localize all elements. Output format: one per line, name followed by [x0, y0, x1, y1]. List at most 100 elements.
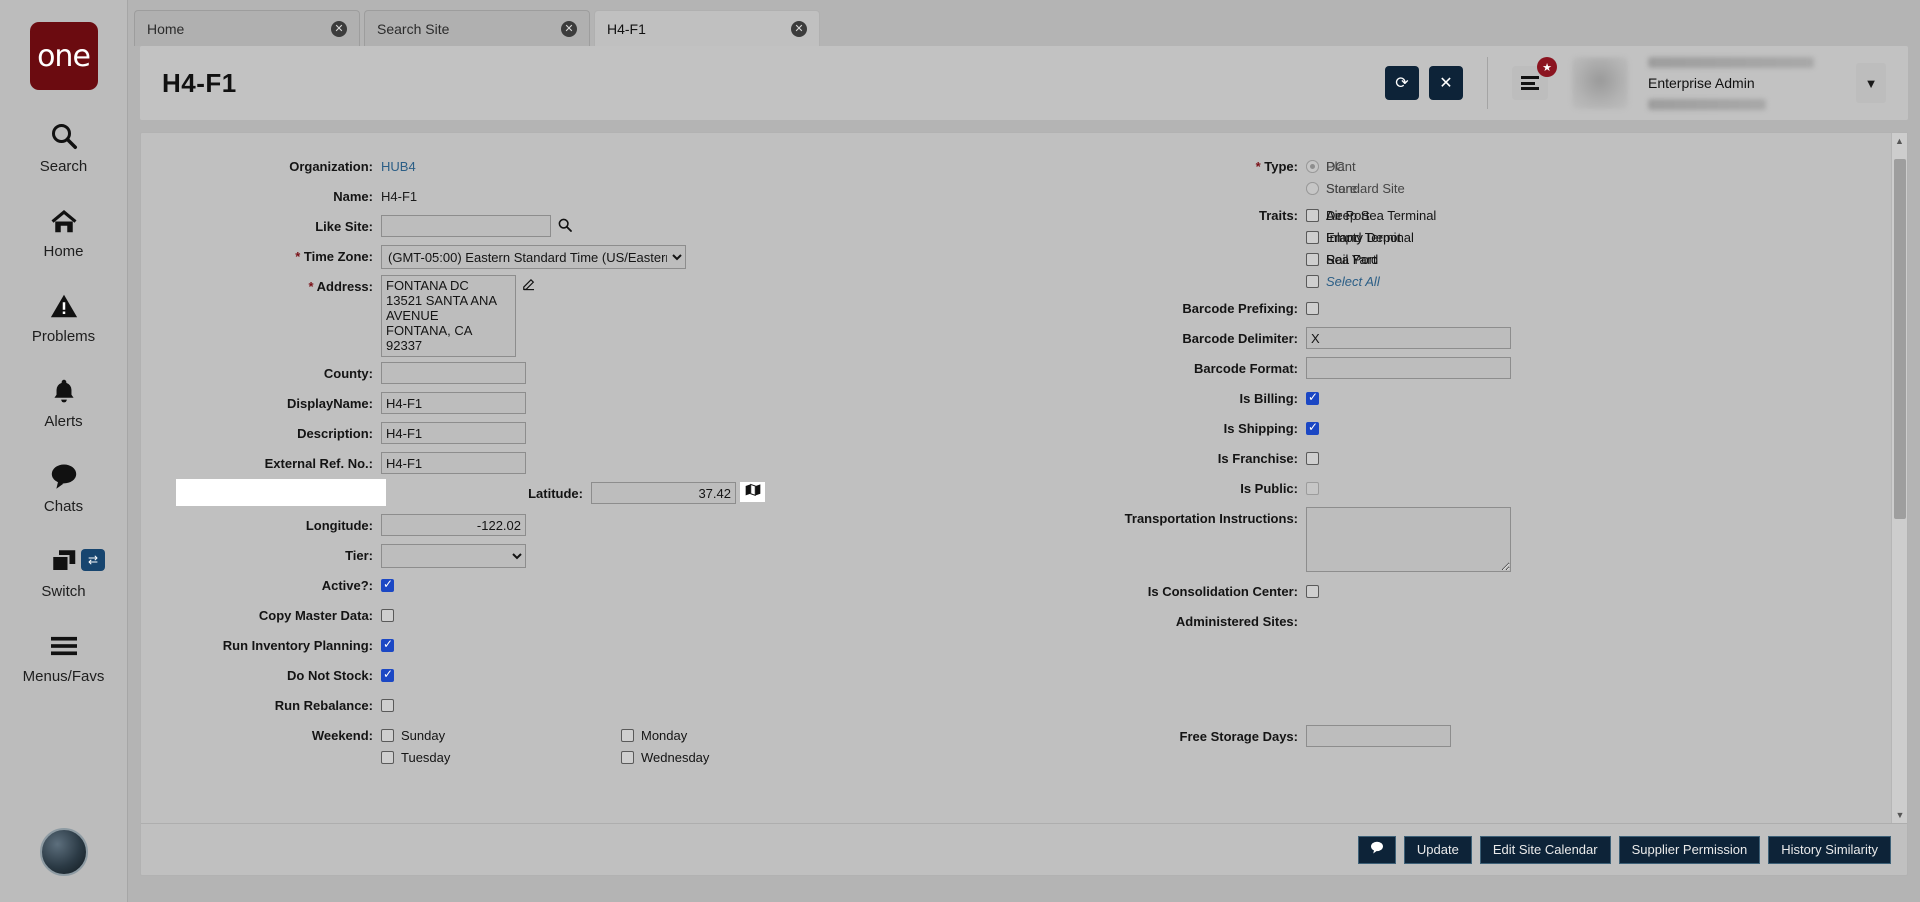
refresh-button[interactable]: ⟳: [1385, 66, 1419, 100]
is-shipping-checkbox[interactable]: [1306, 420, 1319, 435]
run-inventory-planning-checkbox[interactable]: [381, 637, 394, 652]
chat-button[interactable]: [1357, 835, 1396, 864]
sidebar-item-home[interactable]: Home: [0, 201, 127, 260]
weekend-day-sunday[interactable]: Sunday: [381, 724, 621, 746]
user-menu-button[interactable]: ▼: [1856, 63, 1886, 103]
avatar[interactable]: [1572, 57, 1628, 109]
update-button[interactable]: Update: [1403, 835, 1472, 864]
close-button[interactable]: ✕: [1429, 66, 1463, 100]
field-label: County:: [323, 366, 373, 381]
one-logo[interactable]: one: [29, 22, 98, 90]
scroll-down-icon[interactable]: ▼: [1892, 807, 1908, 823]
supplier-permission-button[interactable]: Supplier Permission: [1618, 835, 1761, 864]
external-ref-input[interactable]: [381, 452, 526, 474]
sidebar-item-menus-favs[interactable]: Menus/Favs: [0, 626, 127, 685]
required-marker: *: [295, 249, 301, 264]
free-storage-days-input[interactable]: [1306, 725, 1451, 747]
application-window: one Search Home Problems Alerts Chats ⇄ …: [0, 0, 1920, 902]
copy-master-data-checkbox[interactable]: [381, 609, 394, 622]
edit-site-calendar-button[interactable]: Edit Site Calendar: [1479, 835, 1611, 864]
field-traits: Traits: Air Port Empty Depot Rail Yard S…: [1016, 204, 1891, 292]
tab-h4-f1[interactable]: H4-F1 ✕: [594, 10, 820, 46]
sidebar-item-switch[interactable]: ⇄ Switch: [0, 541, 127, 600]
description-input[interactable]: [381, 422, 526, 444]
type-store-radio[interactable]: [1306, 181, 1319, 195]
globe-avatar-icon[interactable]: [39, 828, 88, 876]
type-option-plant[interactable]: Plant: [1306, 155, 1357, 177]
weekend-tuesday-checkbox[interactable]: [381, 750, 394, 764]
field-label: * Type:: [1016, 155, 1306, 174]
history-similarity-button[interactable]: History Similarity: [1768, 835, 1891, 864]
is-franchise-checkbox[interactable]: [1306, 452, 1319, 465]
weekend-day-monday[interactable]: Monday: [621, 724, 861, 746]
transportation-instructions-textarea[interactable]: [1306, 507, 1511, 572]
field-type: * Type: DC Standard Site Plant Store: [1016, 155, 1891, 199]
trait-select-all[interactable]: Select All: [1306, 270, 1401, 292]
switch-icon: [49, 541, 79, 581]
field-label: External Ref. No.:: [264, 456, 373, 471]
trait-deep-sea-terminal-checkbox[interactable]: [1306, 208, 1319, 222]
is-billing-checkbox[interactable]: [1306, 390, 1319, 405]
tier-select[interactable]: [381, 544, 526, 568]
trait-sea-port-checkbox[interactable]: [1306, 252, 1319, 266]
address-value[interactable]: FONTANA DC 13521 SANTA ANA AVENUE FONTAN…: [381, 275, 516, 357]
edit-icon[interactable]: [522, 275, 536, 295]
map-icon[interactable]: [740, 482, 765, 502]
organization-link[interactable]: HUB4: [381, 155, 416, 174]
weekend-day-tuesday[interactable]: Tuesday: [381, 746, 621, 768]
weekend-sunday-checkbox[interactable]: [381, 728, 394, 742]
field-label: Like Site:: [315, 219, 373, 234]
active-checkbox[interactable]: [381, 577, 394, 592]
close-icon[interactable]: ✕: [331, 20, 347, 37]
field-label: Name:: [333, 189, 373, 204]
weekend-day-label: Sunday: [401, 727, 446, 743]
trait-inland-terminal[interactable]: Inland Terminal: [1306, 226, 1436, 248]
weekend-day-grid: Sunday Tuesday Monday Wednesday: [381, 724, 861, 768]
barcode-prefixing-checkbox[interactable]: [1306, 302, 1319, 315]
type-plant-radio[interactable]: [1306, 159, 1319, 173]
trait-select-all-checkbox[interactable]: [1306, 274, 1319, 288]
trait-inland-terminal-checkbox[interactable]: [1306, 230, 1319, 244]
barcode-delimiter-input[interactable]: [1306, 327, 1511, 349]
user-role-label: Enterprise Admin: [1648, 75, 1755, 91]
field-barcode-prefixing: Barcode Prefixing:: [1016, 297, 1891, 322]
field-label: Active?:: [321, 578, 373, 593]
scroll-up-icon[interactable]: ▲: [1892, 133, 1907, 149]
search-icon: [49, 116, 79, 156]
weekend-day-wednesday[interactable]: Wednesday: [621, 746, 861, 768]
switch-toggle-badge[interactable]: ⇄: [81, 549, 105, 571]
latitude-input[interactable]: [591, 482, 736, 504]
sidebar-item-alerts[interactable]: Alerts: [0, 371, 127, 430]
form-scroll-region: Organization: HUB4 Name: H4-F1 Like Site…: [141, 133, 1891, 823]
close-icon[interactable]: ✕: [561, 20, 577, 37]
weekend-monday-checkbox[interactable]: [621, 728, 634, 742]
trait-sea-port[interactable]: Sea Port: [1306, 248, 1436, 270]
sidebar-item-search[interactable]: Search: [0, 116, 127, 175]
type-option-store[interactable]: Store: [1306, 177, 1357, 199]
tab-home[interactable]: Home ✕: [134, 10, 360, 46]
close-icon[interactable]: ✕: [791, 20, 807, 37]
field-label-text: Time Zone:: [303, 249, 373, 264]
menu-button[interactable]: ★: [1512, 57, 1557, 100]
field-is-billing: Is Billing:: [1016, 387, 1891, 412]
weekend-wednesday-checkbox[interactable]: [621, 750, 634, 764]
displayname-input[interactable]: [381, 392, 526, 414]
bell-icon: [50, 371, 78, 411]
search-icon[interactable]: [557, 215, 573, 237]
tab-search-site[interactable]: Search Site ✕: [364, 10, 590, 46]
trait-deep-sea-terminal[interactable]: Deep Sea Terminal: [1306, 204, 1436, 226]
time-zone-select[interactable]: (GMT-05:00) Eastern Standard Time (US/Ea…: [381, 245, 686, 269]
scrollbar-thumb[interactable]: [1894, 159, 1906, 519]
sidebar-item-chats[interactable]: Chats: [0, 456, 127, 515]
barcode-format-input[interactable]: [1306, 357, 1511, 379]
vertical-scrollbar[interactable]: ▲ ▼: [1891, 133, 1907, 823]
like-site-input[interactable]: [381, 215, 551, 237]
field-label: Tier:: [345, 548, 373, 563]
county-input[interactable]: [381, 362, 526, 384]
is-consolidation-center-checkbox[interactable]: [1306, 585, 1319, 598]
field-barcode-format: Barcode Format:: [1016, 357, 1891, 382]
do-not-stock-checkbox[interactable]: [381, 667, 394, 682]
run-rebalance-checkbox[interactable]: [381, 699, 394, 712]
longitude-input[interactable]: [381, 514, 526, 536]
sidebar-item-problems[interactable]: Problems: [0, 286, 127, 345]
